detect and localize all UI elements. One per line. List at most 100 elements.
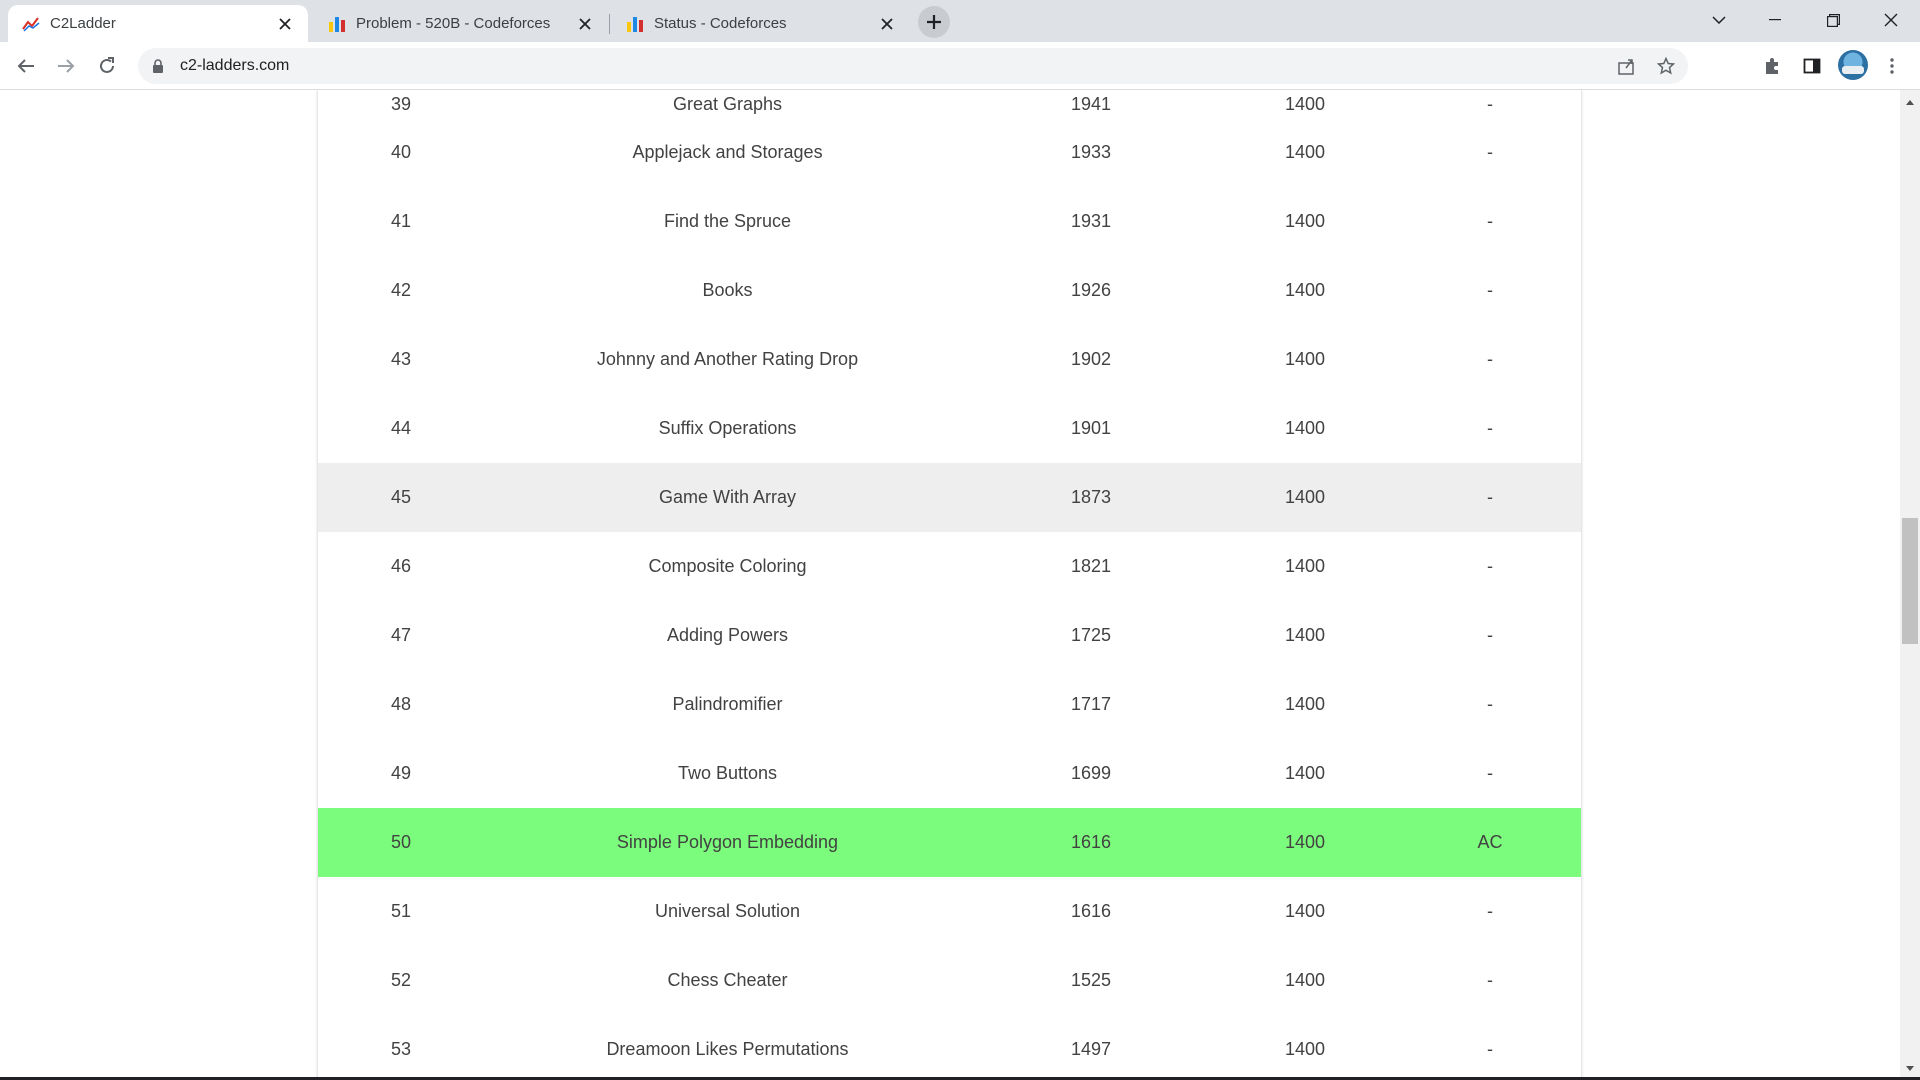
tab-problem-520b[interactable]: Problem - 520B - Codeforces — [314, 5, 608, 42]
reload-button[interactable] — [91, 50, 123, 82]
solve-status: - — [1487, 556, 1493, 576]
minimize-icon — [1769, 19, 1781, 21]
table-row[interactable]: 43 Johnny and Another Rating Drop 1902 1400… — [318, 325, 1581, 394]
ladder-table: 39 Great Graphs 1941 1400 - 40 Applejack and S… — [318, 90, 1581, 1077]
table-row[interactable]: 40 Applejack and Storages 1933 1400 - — [318, 118, 1581, 187]
side-panel-button[interactable] — [1796, 50, 1828, 82]
table-row[interactable]: 45 Game With Array 1873 1400- — [318, 463, 1581, 532]
tab-separator — [609, 14, 610, 34]
problem-id: 47 — [390, 625, 412, 645]
table-row[interactable]: 48 Palindromifier 1717 1400 - — [318, 670, 1581, 739]
avatar[interactable] — [1838, 50, 1868, 80]
table-row[interactable]: 41 Find the Spruce 1931 1400 - — [318, 187, 1581, 256]
share-icon[interactable] — [1612, 52, 1640, 80]
tab-status[interactable]: Status - Codeforces — [612, 5, 910, 42]
table-row[interactable]: 44 Suffix Operations 1901 1400 - — [318, 394, 1581, 463]
tab-search-button[interactable] — [1696, 0, 1742, 40]
rating-limit: 1400 — [1284, 556, 1326, 576]
solve-status: - — [1487, 1039, 1493, 1059]
problem-name-link[interactable]: Suffix Operations — [484, 394, 971, 463]
scroll-thumb[interactable] — [1902, 518, 1918, 644]
extensions-button[interactable] — [1756, 50, 1788, 82]
rating-limit: 1400 — [1284, 694, 1326, 714]
close-tab-icon[interactable] — [274, 13, 296, 35]
rating-limit: 1400 — [1284, 142, 1326, 162]
solve-status: - — [1487, 970, 1493, 990]
new-tab-button[interactable] — [918, 6, 950, 38]
problem-rating: 1525 — [1070, 970, 1112, 990]
rating-limit: 1400 — [1284, 349, 1326, 369]
problem-name-link[interactable]: Applejack and Storages — [484, 118, 971, 187]
chart-favicon-icon — [22, 16, 40, 32]
problem-name-link[interactable]: Chess Cheater — [484, 946, 971, 1015]
reload-icon — [100, 57, 114, 73]
problem-id: 39 — [390, 93, 412, 114]
problem-name-link[interactable]: Simple Polygon Embedding — [484, 808, 971, 877]
rating-limit: 1400 — [1284, 970, 1326, 990]
problem-name-link[interactable]: Game With Array — [484, 463, 971, 532]
address-bar[interactable]: c2-ladders.com — [138, 48, 1688, 84]
close-tab-icon[interactable] — [876, 13, 898, 35]
table-row[interactable]: 50 Simple Polygon Embedding 1616 1400 AC — [318, 808, 1581, 877]
table-row[interactable]: 39 Great Graphs 1941 1400 - — [318, 90, 1581, 118]
star-icon[interactable] — [1652, 52, 1680, 80]
ladder-table-body: 39 Great Graphs 1941 1400 - 40 Applejack and S… — [318, 90, 1581, 1077]
solve-status: - — [1399, 463, 1581, 532]
rating-limit: 1400 — [1284, 93, 1326, 114]
table-row[interactable]: 49 Two Buttons 1699 1400 - — [318, 739, 1581, 808]
problem-name-link[interactable]: Find the Spruce — [484, 187, 971, 256]
scroll-down-arrow-icon[interactable] — [1900, 1060, 1920, 1076]
table-row[interactable]: 47 Adding Powers 1725 1400 - — [318, 601, 1581, 670]
side-panel-icon — [1803, 58, 1821, 74]
solve-status: AC — [1399, 808, 1581, 877]
solve-status: - — [1487, 93, 1493, 114]
problem-name-link[interactable]: Two Buttons — [484, 739, 971, 808]
scroll-up-arrow-icon[interactable] — [1900, 94, 1920, 110]
close-icon — [1884, 13, 1898, 27]
problem-rating: 1931 — [1070, 211, 1112, 231]
problem-id: 43 — [390, 349, 412, 369]
table-row[interactable]: 42 Books 1926 1400 - — [318, 256, 1581, 325]
solve-status: - — [1487, 418, 1493, 438]
problem-name-link[interactable]: Composite Coloring — [484, 532, 971, 601]
restore-icon — [1826, 13, 1840, 27]
problem-name-link[interactable]: Palindromifier — [484, 670, 971, 739]
problem-name-link[interactable]: Great Graphs — [484, 90, 971, 118]
table-row[interactable]: 46 Composite Coloring 1821 1400 - — [318, 532, 1581, 601]
problem-rating: 1873 — [971, 463, 1211, 532]
close-tab-icon[interactable] — [574, 13, 596, 35]
restore-button[interactable] — [1810, 0, 1856, 40]
table-row[interactable]: 51 Universal Solution 1616 1400 - — [318, 877, 1581, 946]
close-window-button[interactable] — [1868, 0, 1914, 40]
tab-title: Status - Codeforces — [654, 15, 787, 32]
problem-rating: 1941 — [1070, 93, 1112, 114]
problem-id: 52 — [390, 970, 412, 990]
tab-c2ladder[interactable]: C2Ladder — [8, 5, 308, 42]
problem-rating: 1616 — [1070, 901, 1112, 921]
extensions-icon — [1766, 58, 1778, 74]
forward-button[interactable] — [50, 50, 82, 82]
chrome-menu-button[interactable] — [1876, 50, 1908, 82]
back-button[interactable] — [10, 50, 42, 82]
rating-limit: 1400 — [1284, 763, 1326, 783]
solve-status: - — [1487, 349, 1493, 369]
chevron-down-icon — [1712, 16, 1726, 24]
problem-id: 40 — [390, 142, 412, 162]
minimize-button[interactable] — [1752, 0, 1798, 40]
problem-name-link[interactable]: Books — [484, 256, 971, 325]
url-text[interactable]: c2-ladders.com — [180, 57, 289, 75]
rating-limit: 1400 — [1211, 808, 1399, 877]
problem-name-link[interactable]: Dreamoon Likes Permutations — [484, 1015, 971, 1077]
tab-title: Problem - 520B - Codeforces — [356, 15, 551, 32]
problem-name-link[interactable]: Universal Solution — [484, 877, 971, 946]
problem-name-link[interactable]: Adding Powers — [484, 601, 971, 670]
problem-id: 51 — [390, 901, 412, 921]
lock-icon[interactable] — [152, 58, 168, 74]
table-row[interactable]: 52 Chess Cheater 1525 1400 - — [318, 946, 1581, 1015]
problem-name-link[interactable]: Johnny and Another Rating Drop — [484, 325, 971, 394]
rating-limit: 1400 — [1284, 211, 1326, 231]
problem-rating: 1901 — [1070, 418, 1112, 438]
table-row[interactable]: 53 Dreamoon Likes Permutations 1497 1400 - — [318, 1015, 1581, 1077]
menu-icon — [1890, 58, 1894, 74]
problem-id: 41 — [390, 211, 412, 231]
